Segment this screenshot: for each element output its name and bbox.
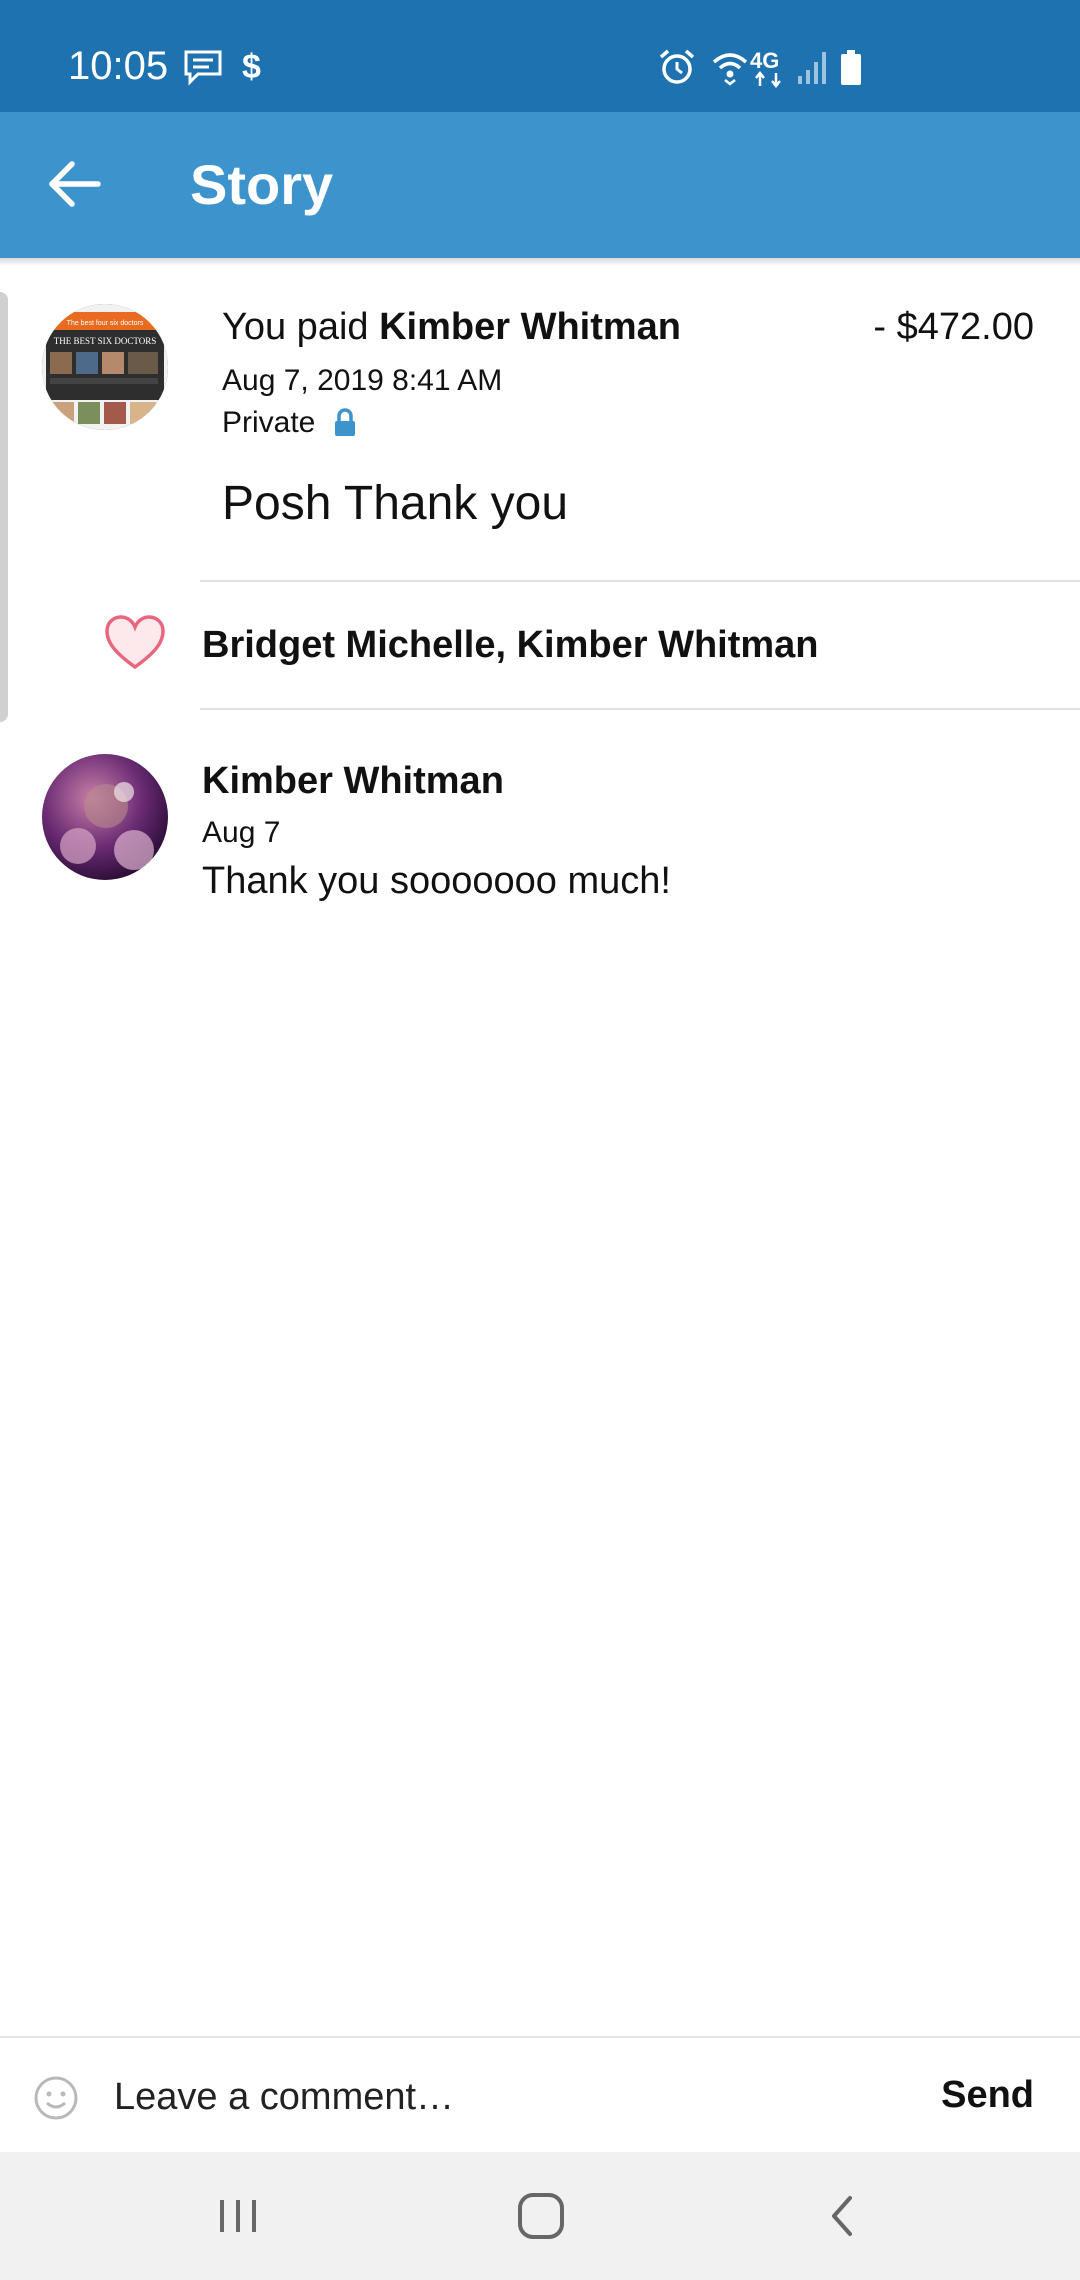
payment-note: Posh Thank you [222, 477, 569, 530]
comment-author[interactable]: Kimber Whitman [202, 760, 504, 803]
back-icon[interactable] [820, 2186, 864, 2246]
lock-icon [335, 408, 356, 436]
system-nav-bar [0, 2152, 1080, 2280]
home-icon[interactable] [514, 2186, 568, 2246]
message-icon [184, 50, 222, 86]
recipient-avatar[interactable]: The best four six doctors THE BEST SIX D… [42, 304, 168, 430]
commenter-avatar[interactable] [42, 754, 168, 880]
status-bar: 10:05 $ 4G [0, 0, 1080, 112]
network-label: 4G [750, 48, 779, 73]
page-title: Story [190, 153, 334, 216]
payment-prefix: You paid [222, 306, 380, 348]
likes-names[interactable]: Bridget Michelle, Kimber Whitman [202, 624, 819, 667]
back-arrow-icon[interactable] [36, 146, 112, 222]
app-bar: Story [0, 112, 1080, 258]
privacy-label: Private [222, 406, 316, 439]
comment-input[interactable] [112, 2060, 896, 2134]
divider [200, 580, 1080, 582]
battery-icon [841, 50, 861, 85]
dollar-icon: $ [242, 48, 261, 86]
recent-apps-icon[interactable] [214, 2186, 262, 2246]
payment-amount: - $472.00 [873, 306, 1034, 348]
divider [200, 708, 1080, 710]
avatar-title: THE BEST SIX DOCTORS [54, 336, 156, 346]
payment-date: Aug 7, 2019 8:41 AM [222, 364, 503, 397]
heart-icon[interactable] [104, 614, 166, 672]
avatar-tagline: The best four six doctors [67, 320, 144, 327]
wifi-icon [712, 53, 748, 86]
4g-lte-icon: 4G [750, 48, 781, 88]
payment-description: You paid Kimber Whitman [222, 306, 681, 349]
emoji-icon[interactable] [32, 2074, 80, 2122]
book-cover-image: The best four six doctors THE BEST SIX D… [42, 304, 168, 430]
comment-text: Thank you sooooooo much! [202, 860, 671, 902]
privacy-status: Private [222, 406, 357, 440]
avatar-photo [60, 782, 154, 870]
signal-icon [798, 52, 826, 84]
svg-text:$: $ [242, 48, 261, 86]
comment-date: Aug 7 [202, 816, 281, 849]
card-edge [0, 292, 8, 722]
recipient-name[interactable]: Kimber Whitman [379, 306, 681, 348]
alarm-icon [659, 49, 695, 84]
app-bar-shadow [0, 258, 1080, 266]
comment-bar: Send [0, 2036, 1080, 2154]
status-time: 10:05 [68, 44, 169, 88]
send-button[interactable]: Send [941, 2074, 1034, 2117]
